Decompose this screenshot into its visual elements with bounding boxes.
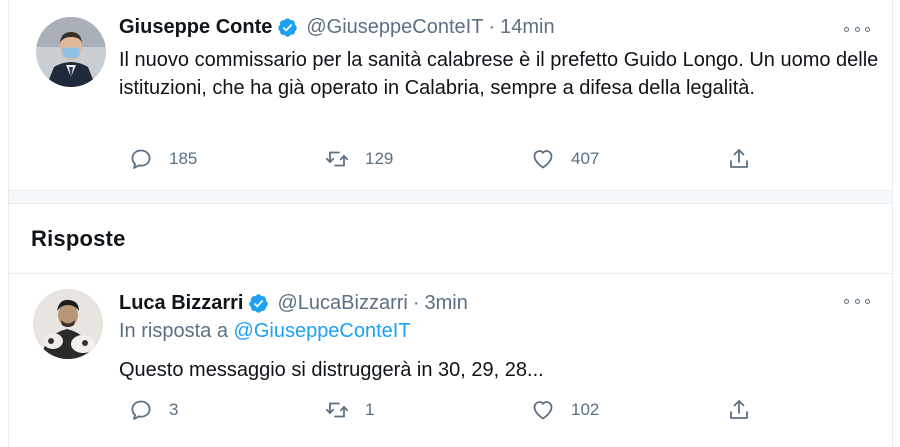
reply-button[interactable]: 185	[129, 144, 197, 174]
verified-badge-icon	[249, 294, 269, 313]
reply-button[interactable]: 3	[129, 395, 178, 425]
retweet-icon	[325, 151, 349, 167]
like-icon	[533, 401, 553, 420]
conte-avatar-image	[36, 17, 106, 87]
more-options-icon[interactable]	[844, 25, 870, 33]
reply-prefix: In risposta a	[119, 320, 228, 342]
reply-tweet[interactable]: Luca Bizzarri @LucaBizzarri · 3min In ri…	[9, 274, 892, 447]
author-name[interactable]: Luca Bizzarri	[119, 292, 243, 315]
tweet-text: Questo messaggio si distruggerà in 30, 2…	[119, 359, 544, 381]
reply-context: In risposta a @GiuseppeConteIT	[119, 320, 411, 343]
right-border	[892, 0, 893, 447]
separator-dot: ·	[412, 292, 420, 314]
author-handle[interactable]: @GiuseppeConteIT	[306, 16, 483, 39]
retweet-button[interactable]: 1	[325, 395, 374, 425]
retweet-icon	[325, 402, 349, 418]
retweet-button[interactable]: 129	[325, 144, 393, 174]
reply-icon	[131, 400, 151, 420]
share-icon	[730, 400, 748, 419]
timestamp[interactable]: 14min	[500, 16, 554, 39]
reply-icon	[131, 149, 151, 169]
tweet-actions: 3 1 102	[119, 395, 759, 425]
verified-badge-icon	[278, 18, 298, 37]
more-options-icon[interactable]	[844, 297, 870, 305]
tweet-header: Giuseppe Conte @GiuseppeConteIT · 14min	[119, 16, 555, 39]
section-separator	[9, 190, 892, 204]
share-button[interactable]	[727, 395, 751, 425]
author-name[interactable]: Giuseppe Conte	[119, 16, 272, 39]
reply-mention-link[interactable]: @GiuseppeConteIT	[234, 320, 411, 342]
timestamp[interactable]: 3min	[425, 292, 468, 315]
bizzarri-avatar-image	[33, 289, 103, 359]
tweet-text: Il nuovo commissario per la sanità calab…	[119, 49, 879, 99]
main-tweet[interactable]: Giuseppe Conte @GiuseppeConteIT · 14min …	[9, 0, 892, 190]
tweet-header: Luca Bizzarri @LucaBizzarri · 3min	[119, 292, 468, 315]
tweet-actions: 185 129 407	[119, 144, 759, 174]
share-button[interactable]	[727, 144, 751, 174]
retweet-count: 1	[365, 400, 375, 419]
like-icon	[533, 150, 553, 169]
share-icon	[730, 149, 748, 168]
retweet-count: 129	[365, 149, 394, 168]
like-count: 407	[571, 149, 600, 168]
like-count: 102	[571, 400, 600, 419]
like-button[interactable]: 407	[531, 144, 599, 174]
author-handle[interactable]: @LucaBizzarri	[277, 292, 407, 315]
reply-count: 3	[169, 400, 179, 419]
avatar[interactable]	[36, 17, 106, 87]
replies-heading: Risposte	[31, 226, 126, 251]
like-button[interactable]: 102	[531, 395, 599, 425]
reply-count: 185	[169, 149, 198, 168]
avatar[interactable]	[33, 289, 103, 359]
separator-dot: ·	[488, 16, 496, 38]
